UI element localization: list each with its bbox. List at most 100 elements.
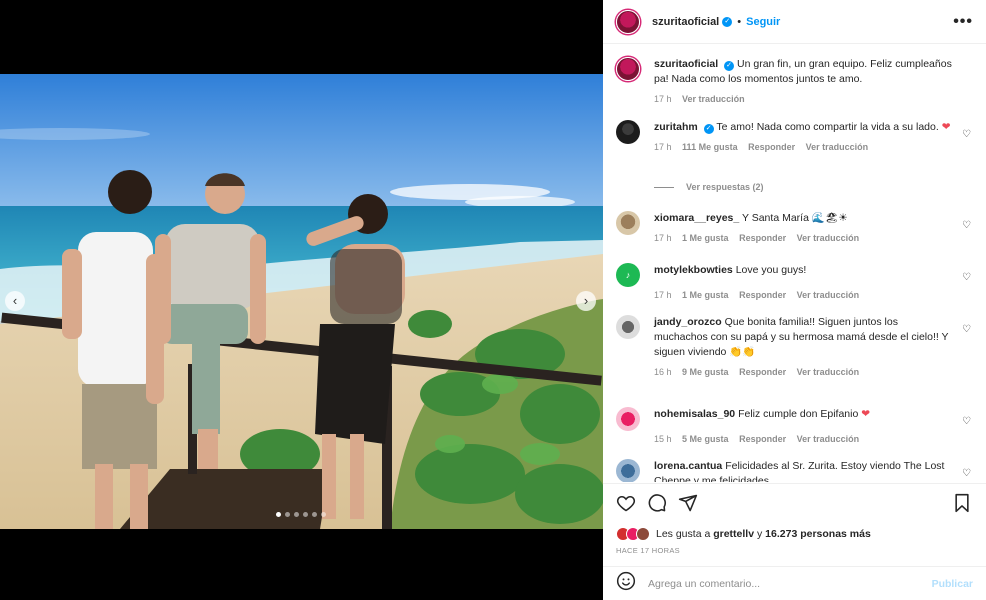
author-avatar[interactable] — [616, 9, 640, 34]
comment-likes[interactable]: 111 Me gusta — [682, 142, 738, 152]
share-paper-plane-icon[interactable] — [678, 493, 698, 518]
like-comment-heart-icon[interactable]: ♡ — [962, 416, 971, 427]
comment-item: nohemisalas_90 Feliz cumple don Epifanio… — [616, 407, 973, 447]
view-replies-label: Ver respuestas (2) — [686, 182, 764, 192]
reply-button[interactable]: Responder — [739, 233, 786, 243]
carousel-dot — [294, 512, 299, 517]
like-comment-heart-icon[interactable]: ♡ — [962, 129, 971, 140]
author-username[interactable]: szuritaoficial — [652, 16, 719, 28]
post-side-panel: szuritaoficial ✓ • Seguir ••• szuritaofi… — [603, 0, 986, 600]
comment-input[interactable] — [648, 577, 918, 590]
translate-link[interactable]: Ver traducción — [797, 367, 860, 377]
carousel-dot — [303, 512, 308, 517]
translate-link[interactable]: Ver traducción — [797, 233, 860, 243]
post-header: szuritaoficial ✓ • Seguir ••• — [603, 0, 986, 44]
verified-badge-icon: ✓ — [703, 124, 714, 134]
like-comment-heart-icon[interactable]: ♡ — [962, 220, 971, 231]
reply-button[interactable]: Responder — [739, 290, 786, 300]
commenter-username[interactable]: jandy_orozco — [654, 316, 722, 328]
commenter-avatar[interactable] — [616, 120, 640, 144]
reply-button[interactable]: Responder — [748, 142, 795, 152]
liker-avatars — [616, 527, 650, 541]
commenter-avatar[interactable] — [616, 459, 640, 482]
comments-list[interactable]: szuritaoficial ✓ Un gran fin, un gran eq… — [603, 45, 986, 482]
comment-item: ♪ motylekbowties Love you guys! 17 h 1 M… — [616, 263, 973, 303]
action-bar — [616, 493, 973, 515]
beach-emoji-icon: 🌊🏖☀ — [811, 212, 848, 224]
caption-username[interactable]: szuritaoficial — [654, 58, 718, 70]
commenter-username[interactable]: nohemisalas_90 — [654, 408, 735, 420]
emoji-picker-icon[interactable] — [616, 571, 636, 596]
more-options-icon[interactable]: ••• — [953, 13, 973, 31]
commenter-avatar[interactable] — [616, 407, 640, 431]
previous-slide-button[interactable]: ‹ — [5, 291, 25, 311]
comment-time[interactable]: 17 h — [654, 233, 672, 243]
comment-item: jandy_orozco Que bonita familia!! Siguen… — [616, 315, 973, 380]
comment-text: Love you guys! — [735, 264, 807, 276]
commenter-avatar[interactable] — [616, 211, 640, 235]
comment-item: lorena.cantua Felicidades al Sr. Zurita.… — [616, 459, 973, 482]
comment-item: zuritahm ✓ Te amo! Nada como compartir l… — [616, 120, 973, 155]
chevron-right-icon: › — [583, 293, 589, 308]
carousel-dot — [312, 512, 317, 517]
likes-count[interactable]: 16.273 personas más — [765, 528, 871, 540]
commenter-username[interactable]: lorena.cantua — [654, 460, 722, 472]
commenter-avatar[interactable] — [616, 315, 640, 339]
translate-link[interactable]: Ver traducción — [682, 94, 745, 104]
commenter-username[interactable]: xiomara__reyes_ — [654, 212, 739, 224]
red-heart-emoji-icon: ❤ — [941, 121, 951, 133]
like-comment-heart-icon[interactable]: ♡ — [962, 468, 971, 479]
save-bookmark-icon[interactable] — [953, 493, 971, 518]
caption-time[interactable]: 17 h — [654, 94, 672, 104]
comment-time[interactable]: 17 h — [654, 142, 672, 152]
likes-prefix: Les gusta a — [656, 528, 711, 540]
comment-time[interactable]: 16 h — [654, 367, 672, 377]
post-photo[interactable] — [0, 74, 603, 529]
reply-button[interactable]: Responder — [739, 434, 786, 444]
carousel-dot — [276, 512, 281, 517]
publish-button[interactable]: Publicar — [932, 578, 973, 590]
comment-time[interactable]: 17 h — [654, 290, 672, 300]
like-comment-heart-icon[interactable]: ♡ — [962, 324, 971, 335]
liker-username[interactable]: grettellv — [713, 528, 754, 540]
caption: szuritaoficial ✓ Un gran fin, un gran eq… — [616, 57, 973, 107]
commenter-username[interactable]: motylekbowties — [654, 264, 733, 276]
commenter-avatar[interactable]: ♪ — [616, 263, 640, 287]
separator-dot: • — [737, 15, 742, 28]
red-heart-emoji-icon: ❤ — [861, 408, 871, 420]
liker-avatar — [636, 527, 650, 541]
translate-link[interactable]: Ver traducción — [797, 434, 860, 444]
like-heart-icon[interactable] — [616, 493, 636, 518]
comment-likes[interactable]: 1 Me gusta — [682, 290, 729, 300]
reply-button[interactable]: Responder — [739, 367, 786, 377]
carousel-dot — [285, 512, 290, 517]
clapping-emoji-icon: 👏👏 — [729, 346, 756, 358]
like-comment-heart-icon[interactable]: ♡ — [962, 272, 971, 283]
likes-middle: y — [757, 528, 763, 540]
chevron-left-icon: ‹ — [12, 293, 18, 308]
verified-badge-icon: ✓ — [722, 16, 733, 27]
comment-likes[interactable]: 9 Me gusta — [682, 367, 729, 377]
carousel-dot — [321, 512, 326, 517]
beach-photo-illustration — [0, 74, 603, 529]
post-media: ‹ › — [0, 0, 603, 600]
comment-item: xiomara__reyes_ Y Santa María 🌊🏖☀ 17 h 1… — [616, 211, 973, 246]
caption-avatar[interactable] — [616, 57, 640, 81]
commenter-username[interactable]: zuritahm — [654, 121, 698, 133]
view-replies-button[interactable]: Ver respuestas (2) — [654, 182, 764, 192]
comment-text: Y Santa María — [741, 212, 809, 224]
comment-likes[interactable]: 1 Me gusta — [682, 233, 729, 243]
next-slide-button[interactable]: › — [576, 291, 596, 311]
comment-bubble-icon[interactable] — [647, 493, 667, 518]
carousel-indicator — [276, 512, 326, 517]
translate-link[interactable]: Ver traducción — [797, 290, 860, 300]
comment-time[interactable]: 15 h — [654, 434, 672, 444]
post-timestamp[interactable]: HACE 17 HORAS — [616, 546, 680, 555]
comment-text: Feliz cumple don Epifanio — [738, 408, 859, 420]
verified-badge-icon: ✓ — [724, 61, 735, 71]
comment-likes[interactable]: 5 Me gusta — [682, 434, 729, 444]
translate-link[interactable]: Ver traducción — [806, 142, 869, 152]
add-comment-bar: Publicar — [603, 566, 986, 600]
follow-button[interactable]: Seguir — [746, 16, 780, 28]
likes-summary[interactable]: Les gusta a grettellv y 16.273 personas … — [616, 527, 871, 541]
